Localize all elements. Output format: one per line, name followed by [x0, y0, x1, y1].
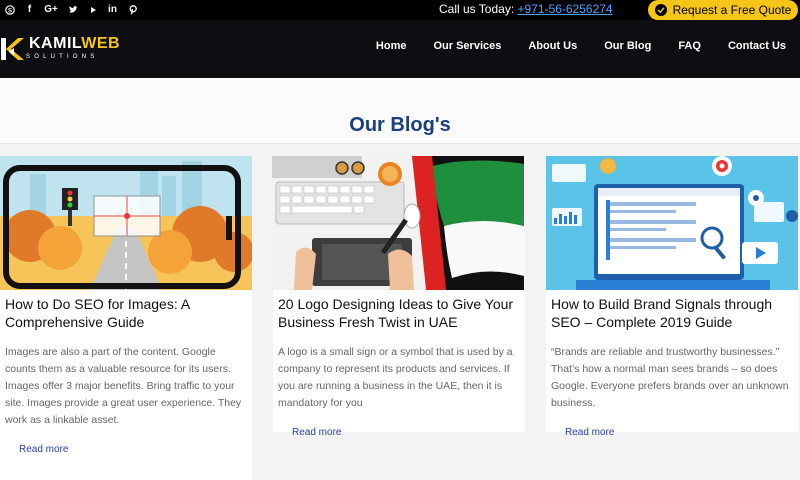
top-bar: S f G+ in Call us Today: +971-56-6256274… [0, 0, 800, 20]
post-title[interactable]: How to Do SEO for Images: A Comprehensiv… [5, 295, 249, 331]
quote-label: Request a Free Quote [672, 3, 792, 17]
post-thumbnail-seo-images[interactable] [0, 156, 252, 290]
skype-icon[interactable]: S [4, 3, 15, 16]
logo-subtitle: SOLUTIONS [26, 54, 99, 60]
post-thumbnail-logo-ideas[interactable] [272, 156, 524, 290]
nav-contact-us[interactable]: Contact Us [728, 40, 786, 52]
social-links: S f G+ in [4, 3, 138, 16]
blog-card: How to Do SEO for Images: A Comprehensiv… [0, 156, 252, 480]
logo-name-main: KAMIL [29, 35, 82, 52]
blog-card: 20 Logo Designing Ideas to Give Your Bus… [272, 156, 525, 438]
blog-card: How to Build Brand Signals through SEO –… [546, 156, 798, 438]
section-title: Our Blog's [349, 114, 451, 136]
read-more-link[interactable]: Read more [19, 444, 68, 455]
logo-k-icon [0, 36, 26, 62]
post-title[interactable]: 20 Logo Designing Ideas to Give Your Bus… [278, 295, 522, 331]
svg-text:S: S [7, 8, 11, 14]
post-excerpt: A logo is a small sign or a symbol that … [278, 346, 513, 409]
pinterest-icon[interactable] [127, 3, 138, 16]
read-more-link[interactable]: Read more [292, 427, 341, 438]
blog-section: Our Blog's How to Do SEO for Images: A C… [0, 78, 800, 480]
main-menu: Home Our Services About Us Our Blog FAQ … [349, 40, 786, 52]
call-us: Call us Today: +971-56-6256274 [439, 2, 613, 16]
logo-wordmark: KAMILWEB [29, 36, 120, 52]
read-more-link[interactable]: Read more [565, 427, 614, 438]
quote-icon [654, 4, 667, 16]
linkedin-icon[interactable]: in [107, 3, 118, 16]
phone-link[interactable]: +971-56-6256274 [518, 2, 613, 16]
request-quote-button[interactable]: Request a Free Quote [648, 0, 798, 20]
nav-about-us[interactable]: About Us [528, 40, 577, 52]
post-title[interactable]: How to Build Brand Signals through SEO –… [551, 295, 795, 331]
twitter-icon[interactable] [67, 3, 78, 16]
post-excerpt: “Brands are reliable and trustworthy bus… [551, 346, 789, 409]
call-label: Call us Today: [439, 2, 515, 16]
nav-our-services[interactable]: Our Services [433, 40, 501, 52]
nav-faq[interactable]: FAQ [678, 40, 701, 52]
nav-our-blog[interactable]: Our Blog [604, 40, 651, 52]
post-excerpt: Images are also a part of the content. G… [5, 346, 242, 426]
youtube-icon[interactable] [87, 3, 98, 16]
post-thumbnail-brand-signals[interactable] [546, 156, 798, 290]
facebook-icon[interactable]: f [24, 3, 35, 16]
main-header: KAMILWEB SOLUTIONS Home Our Services Abo… [0, 20, 800, 78]
site-logo[interactable]: KAMILWEB SOLUTIONS [0, 36, 120, 62]
google-plus-icon[interactable]: G+ [44, 3, 58, 16]
nav-home[interactable]: Home [376, 40, 407, 52]
logo-name-accent: WEB [81, 35, 121, 52]
